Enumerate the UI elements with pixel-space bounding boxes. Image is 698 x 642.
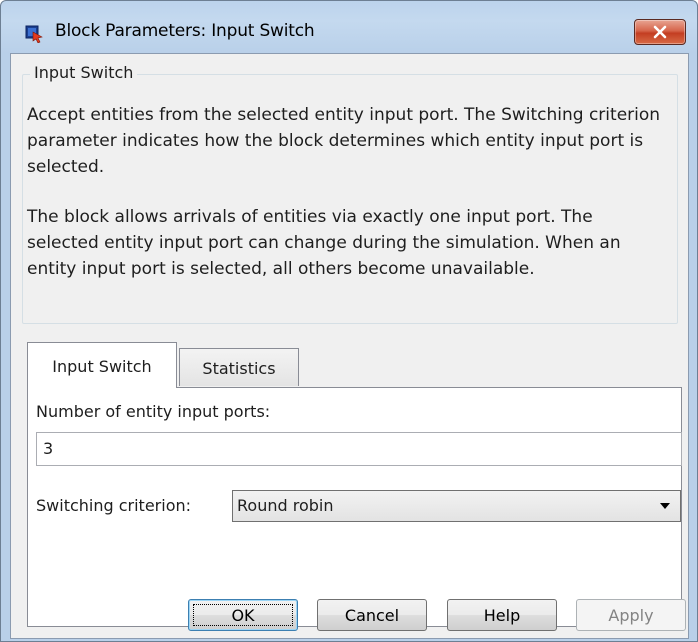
title-bar[interactable]: Block Parameters: Input Switch <box>1 1 697 53</box>
cancel-button[interactable]: Cancel <box>317 599 427 631</box>
close-x-icon <box>653 25 667 39</box>
num-ports-label: Number of entity input ports: <box>36 402 271 421</box>
ok-button[interactable]: OK <box>188 599 298 631</box>
window-title: Block Parameters: Input Switch <box>55 21 315 41</box>
tab-input-switch[interactable]: Input Switch <box>27 342 177 388</box>
cancel-button-label: Cancel <box>344 606 400 625</box>
focus-rectangle <box>193 604 293 626</box>
dialog-body: Input Switch Accept entities from the se… <box>10 53 689 639</box>
simulink-block-icon <box>25 23 45 44</box>
help-button[interactable]: Help <box>447 599 557 631</box>
num-ports-field[interactable]: 3 <box>36 432 682 466</box>
description-paragraph-1: Accept entities from the selected entity… <box>27 105 661 177</box>
criterion-label: Switching criterion: <box>36 496 192 515</box>
description-paragraph-2: The block allows arrivals of entities vi… <box>27 207 621 279</box>
apply-button: Apply <box>576 599 686 631</box>
chevron-down-icon[interactable] <box>660 503 670 509</box>
dialog-window: Block Parameters: Input Switch Input Swi… <box>0 0 698 642</box>
criterion-value: Round robin <box>237 496 334 515</box>
tab-panel: Number of entity input ports: 3 Switchin… <box>27 387 682 627</box>
close-button[interactable] <box>634 19 686 45</box>
apply-button-label: Apply <box>608 606 654 625</box>
group-title: Input Switch <box>30 63 138 82</box>
help-button-label: Help <box>483 606 521 625</box>
tab-statistics[interactable]: Statistics <box>179 348 299 386</box>
switching-criterion-select[interactable]: Round robin <box>232 490 681 522</box>
